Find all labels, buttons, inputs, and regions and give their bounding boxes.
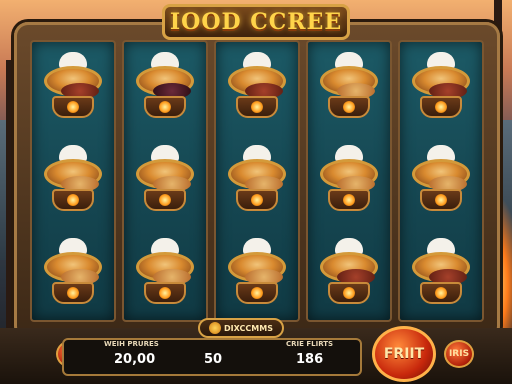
lamp-glow-icon (67, 286, 79, 299)
bowl-icon (136, 251, 194, 285)
ship-mast-left (6, 60, 12, 340)
bowl-icon (136, 66, 194, 100)
food-bowl-symbol (132, 144, 198, 217)
lamp-glow-icon (435, 193, 447, 206)
coin-icon (209, 322, 222, 334)
lamp-glow-icon (159, 193, 171, 206)
food-bowl-symbol (408, 52, 474, 124)
reel-3 (214, 40, 300, 322)
bowl-icon (412, 66, 470, 100)
food-bowl-symbol (316, 237, 382, 310)
game-title: IOOD CCREE (169, 9, 343, 35)
food-bowl-symbol (40, 237, 106, 310)
bet-value: 20,00 (114, 352, 156, 367)
spin-button-label: FRIIT (383, 346, 425, 362)
win-label: CRIE FLIRTS (286, 340, 334, 348)
bowl-icon (412, 158, 470, 192)
food-bowl-symbol (408, 237, 474, 310)
reel-4 (306, 40, 392, 322)
bowl-icon (412, 251, 470, 285)
bet-label: WEIH PRURES (104, 340, 159, 348)
food-bowl-symbol (224, 144, 290, 217)
lamp-glow-icon (343, 286, 355, 299)
center-value: 50 (204, 352, 223, 367)
info-button-label: IRIS (448, 349, 470, 359)
bowl-icon (44, 158, 102, 192)
bowl-icon (44, 66, 102, 100)
feature-label: DIXCCMMS (224, 323, 273, 333)
reel-1 (30, 40, 116, 322)
food-bowl-symbol (316, 52, 382, 124)
food-bowl-symbol (132, 237, 198, 310)
lamp-glow-icon (251, 286, 263, 299)
food-bowl-symbol (408, 144, 474, 217)
bowl-icon (44, 251, 102, 285)
food-bowl-symbol (224, 52, 290, 124)
bowl-icon (320, 158, 378, 192)
win-value: 186 (296, 352, 324, 367)
bowl-icon (136, 158, 194, 192)
lamp-glow-icon (343, 193, 355, 206)
bowl-icon (228, 251, 286, 285)
food-bowl-symbol (40, 52, 106, 124)
food-bowl-symbol (132, 52, 198, 124)
reels-grid (30, 40, 484, 322)
bowl-icon (320, 66, 378, 100)
title-plate: IOOD CCREE (162, 4, 350, 40)
food-bowl-symbol (316, 144, 382, 217)
spin-button[interactable]: FRIIT (372, 326, 436, 382)
lamp-glow-icon (435, 286, 447, 299)
bowl-icon (228, 158, 286, 192)
reel-2 (122, 40, 208, 322)
info-button[interactable]: IRIS (444, 340, 474, 368)
bowl-icon (320, 251, 378, 285)
lamp-glow-icon (159, 286, 171, 299)
lamp-glow-icon (67, 193, 79, 206)
lamp-glow-icon (251, 193, 263, 206)
food-bowl-symbol (40, 144, 106, 217)
reel-5 (398, 40, 484, 322)
bowl-icon (228, 66, 286, 100)
food-bowl-symbol (224, 237, 290, 310)
feature-badge[interactable]: DIXCCMMS (198, 318, 284, 338)
